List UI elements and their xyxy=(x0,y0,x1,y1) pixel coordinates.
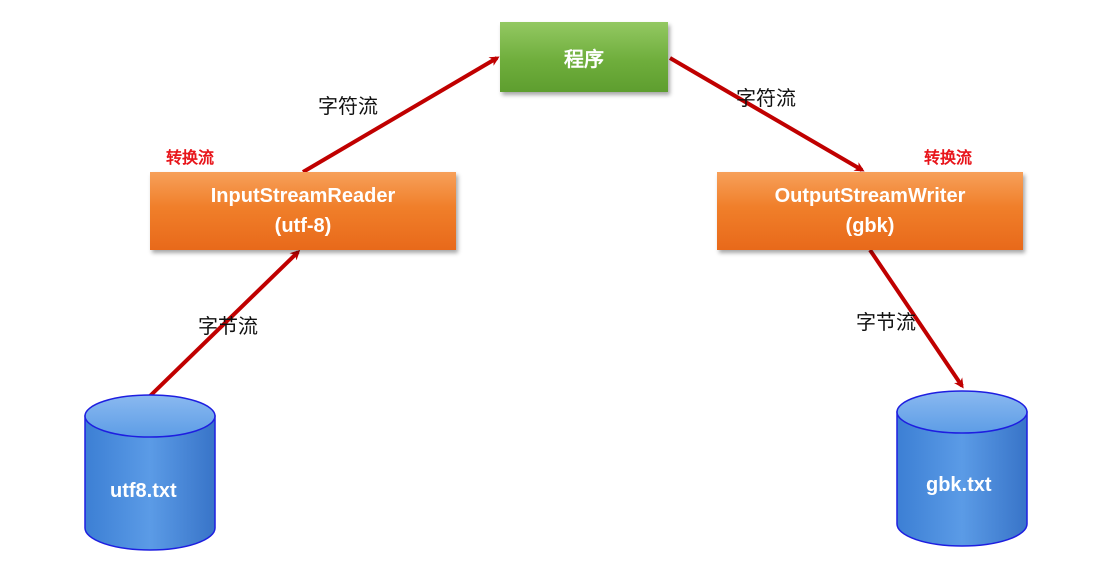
program-label: 程序 xyxy=(564,46,604,71)
reader-charset: (utf-8) xyxy=(274,215,332,237)
input-stream-reader-box: InputStreamReader (utf-8) xyxy=(150,172,456,250)
conversion-label-left: 转换流 xyxy=(166,148,215,167)
writer-charset: (gbk) xyxy=(845,215,895,237)
char-stream-label-left: 字符流 xyxy=(318,94,378,118)
byte-stream-label-right: 字节流 xyxy=(856,310,916,334)
byte-stream-label-left: 字节流 xyxy=(198,314,258,338)
program-box: 程序 xyxy=(500,22,668,92)
conversion-label-right: 转换流 xyxy=(924,148,973,167)
source-file-name: utf8.txt xyxy=(110,480,177,502)
target-file-name: gbk.txt xyxy=(926,474,992,496)
target-file-cylinder xyxy=(896,390,1028,547)
reader-name: InputStreamReader xyxy=(210,185,396,207)
char-stream-label-right: 字符流 xyxy=(736,86,796,110)
writer-name: OutputStreamWriter xyxy=(774,185,966,207)
source-file-cylinder xyxy=(84,394,216,551)
output-stream-writer-box: OutputStreamWriter (gbk) xyxy=(717,172,1023,250)
arrow-program-to-writer xyxy=(668,56,865,172)
